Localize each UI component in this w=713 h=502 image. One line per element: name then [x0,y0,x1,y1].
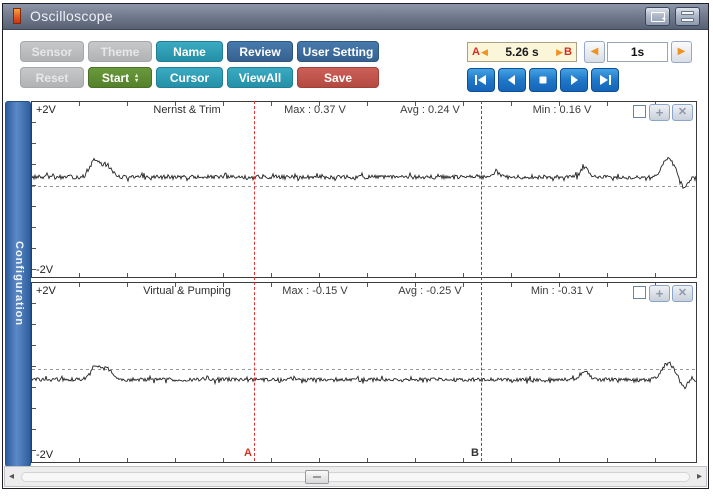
configuration-tab-label: Configuration [13,241,25,327]
scroll-left-icon[interactable]: ◂ [9,471,14,483]
name-button[interactable]: Name [156,41,223,62]
scope-panel-nernst: +2V -2V Nernst & Trim Max : 0.37 V Avg :… [31,101,697,278]
waveform-nernst-trim [32,156,696,190]
skip-end-button[interactable] [591,68,619,92]
review-button[interactable]: Review [227,41,293,62]
scope-panel-virtual: +2V -2V Virtual & Pumping Max : -0.15 V … [31,282,697,463]
save-button[interactable]: Save [297,67,379,88]
interval-input[interactable] [607,42,668,62]
cursor-b-line[interactable] [481,101,482,461]
right-arrow-icon: ▶ [677,46,686,57]
step-back-interval-button[interactable]: ◀ [584,41,605,63]
channel-checkbox[interactable] [633,105,646,118]
start-button-label: Start [101,71,130,85]
min-stat: Min : -0.31 V [530,285,594,297]
max-stat: Max : 0.37 V [284,104,346,116]
app-icon [13,8,21,24]
cursor-a-line[interactable] [254,101,255,461]
add-channel-button[interactable]: + [649,285,670,302]
b-marker-label: B [564,46,572,58]
min-stat: Min : 0.16 V [532,104,592,116]
start-button[interactable]: Start ▴ ▾ [88,67,152,88]
scrollbar-thumb[interactable] [305,470,329,484]
cursor-a-label: A [244,447,252,459]
left-arrow-icon: ◀ [590,46,599,57]
cursor-button[interactable]: Cursor [156,67,223,88]
x-axis-ticks-bottom [32,458,696,462]
window-title: Oscilloscope [30,8,113,24]
play-button[interactable] [560,68,588,92]
a-marker-label: A [472,46,480,58]
screen: Oscilloscope + Sensor Theme Name Review … [0,0,713,502]
bars-icon [681,18,694,22]
user-setting-button[interactable]: User Setting [297,41,379,62]
y-axis-ticks [32,283,36,462]
oscilloscope-window: Oscilloscope + Sensor Theme Name Review … [2,3,709,489]
y-axis-ticks [32,102,36,277]
horizontal-scrollbar[interactable]: ◂ ▸ [4,466,707,487]
y-min-label: -2V [36,449,54,461]
configuration-tab[interactable]: Configuration [5,101,31,467]
popout-plus-icon: + [661,16,666,23]
x-axis-ticks-bottom [32,273,696,277]
scroll-right-icon[interactable]: ▸ [697,471,702,483]
skip-start-icon [475,75,486,85]
play-icon [571,75,578,85]
start-spinner-icon: ▴ ▾ [135,72,139,84]
waveform-virtual-pumping [32,361,696,390]
scrollbar-track[interactable] [21,472,690,482]
ab-interval-display: A ◀ 5.26 s ▶ B [467,42,577,62]
viewall-button[interactable]: ViewAll [227,67,293,88]
bars-icon [681,11,694,15]
y-min-label: -2V [36,264,54,276]
reset-button[interactable]: Reset [20,67,84,88]
step-back-button[interactable] [498,68,526,92]
stop-button[interactable] [529,68,557,92]
stop-icon [539,76,547,84]
channel-title: Virtual & Pumping [143,285,231,297]
max-stat: Max : -0.15 V [282,285,348,297]
ab-interval-value: 5.26 s [505,45,539,59]
step-back-icon [508,75,515,85]
y-max-label: +2V [36,104,56,116]
add-channel-button[interactable]: + [649,104,670,121]
popout-window-button[interactable]: + [645,7,670,26]
skip-start-button[interactable] [467,68,495,92]
cursor-b-label: B [471,447,479,459]
a-left-arrow-icon[interactable]: ◀ [481,47,488,58]
step-forward-interval-button[interactable]: ▶ [671,41,692,63]
avg-stat: Avg : 0.24 V [400,104,460,116]
scope-panels: +2V -2V Nernst & Trim Max : 0.37 V Avg :… [31,101,697,467]
close-channel-button[interactable]: ✕ [672,104,693,121]
y-max-label: +2V [36,285,56,297]
skip-end-icon [600,75,611,85]
title-bar: Oscilloscope + [3,4,708,30]
collapse-window-button[interactable] [675,7,700,26]
avg-stat: Avg : -0.25 V [398,285,462,297]
sensor-button[interactable]: Sensor [20,41,84,62]
channel-checkbox[interactable] [633,286,646,299]
close-channel-button[interactable]: ✕ [672,285,693,302]
b-right-arrow-icon[interactable]: ▶ [556,47,563,58]
channel-title: Nernst & Trim [153,104,221,116]
theme-button[interactable]: Theme [88,41,152,62]
